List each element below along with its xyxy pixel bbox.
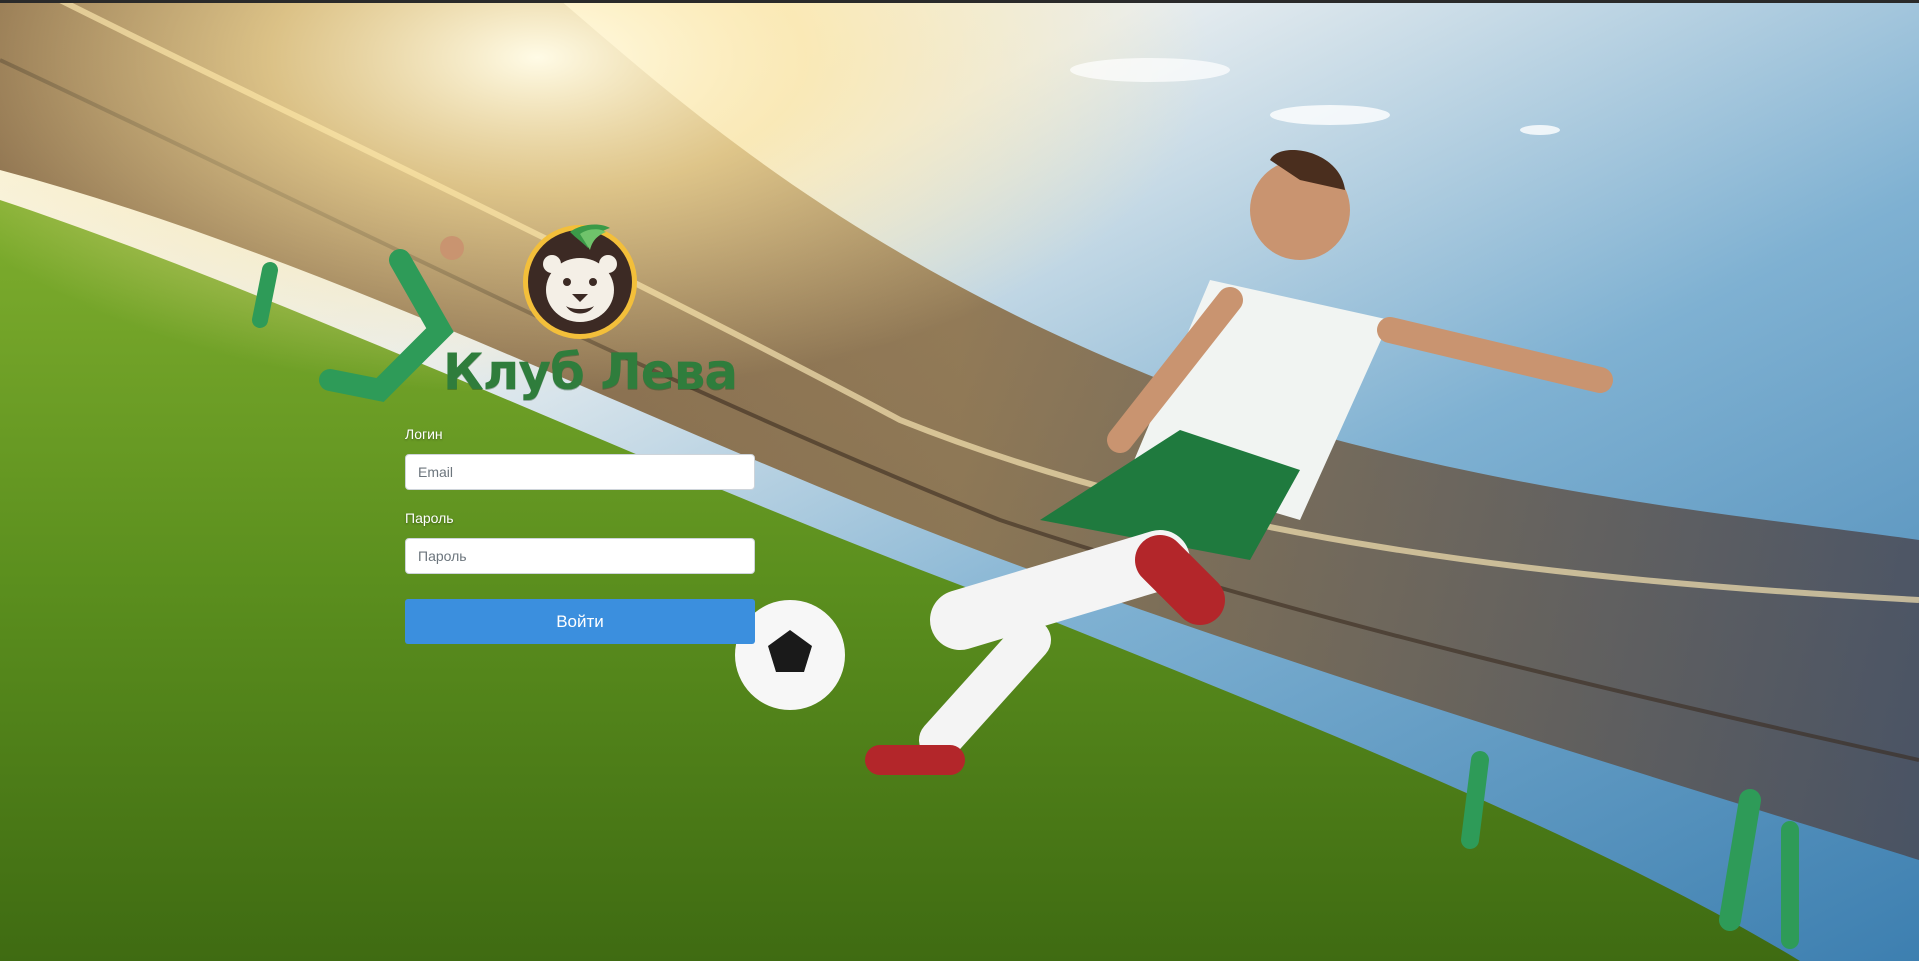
password-label: Пароль: [405, 510, 454, 526]
login-label: Логин: [405, 426, 443, 442]
brand-name: Клуб Лева: [442, 343, 738, 401]
email-input[interactable]: [405, 454, 755, 490]
lion-head-logo-icon: [522, 220, 638, 345]
stadium-background-image: [0, 0, 1919, 961]
top-border: [0, 0, 1919, 3]
login-page: Клуб Лева Логин Пароль Войти: [0, 0, 1919, 961]
login-button[interactable]: Войти: [405, 599, 755, 644]
password-input[interactable]: [405, 538, 755, 574]
